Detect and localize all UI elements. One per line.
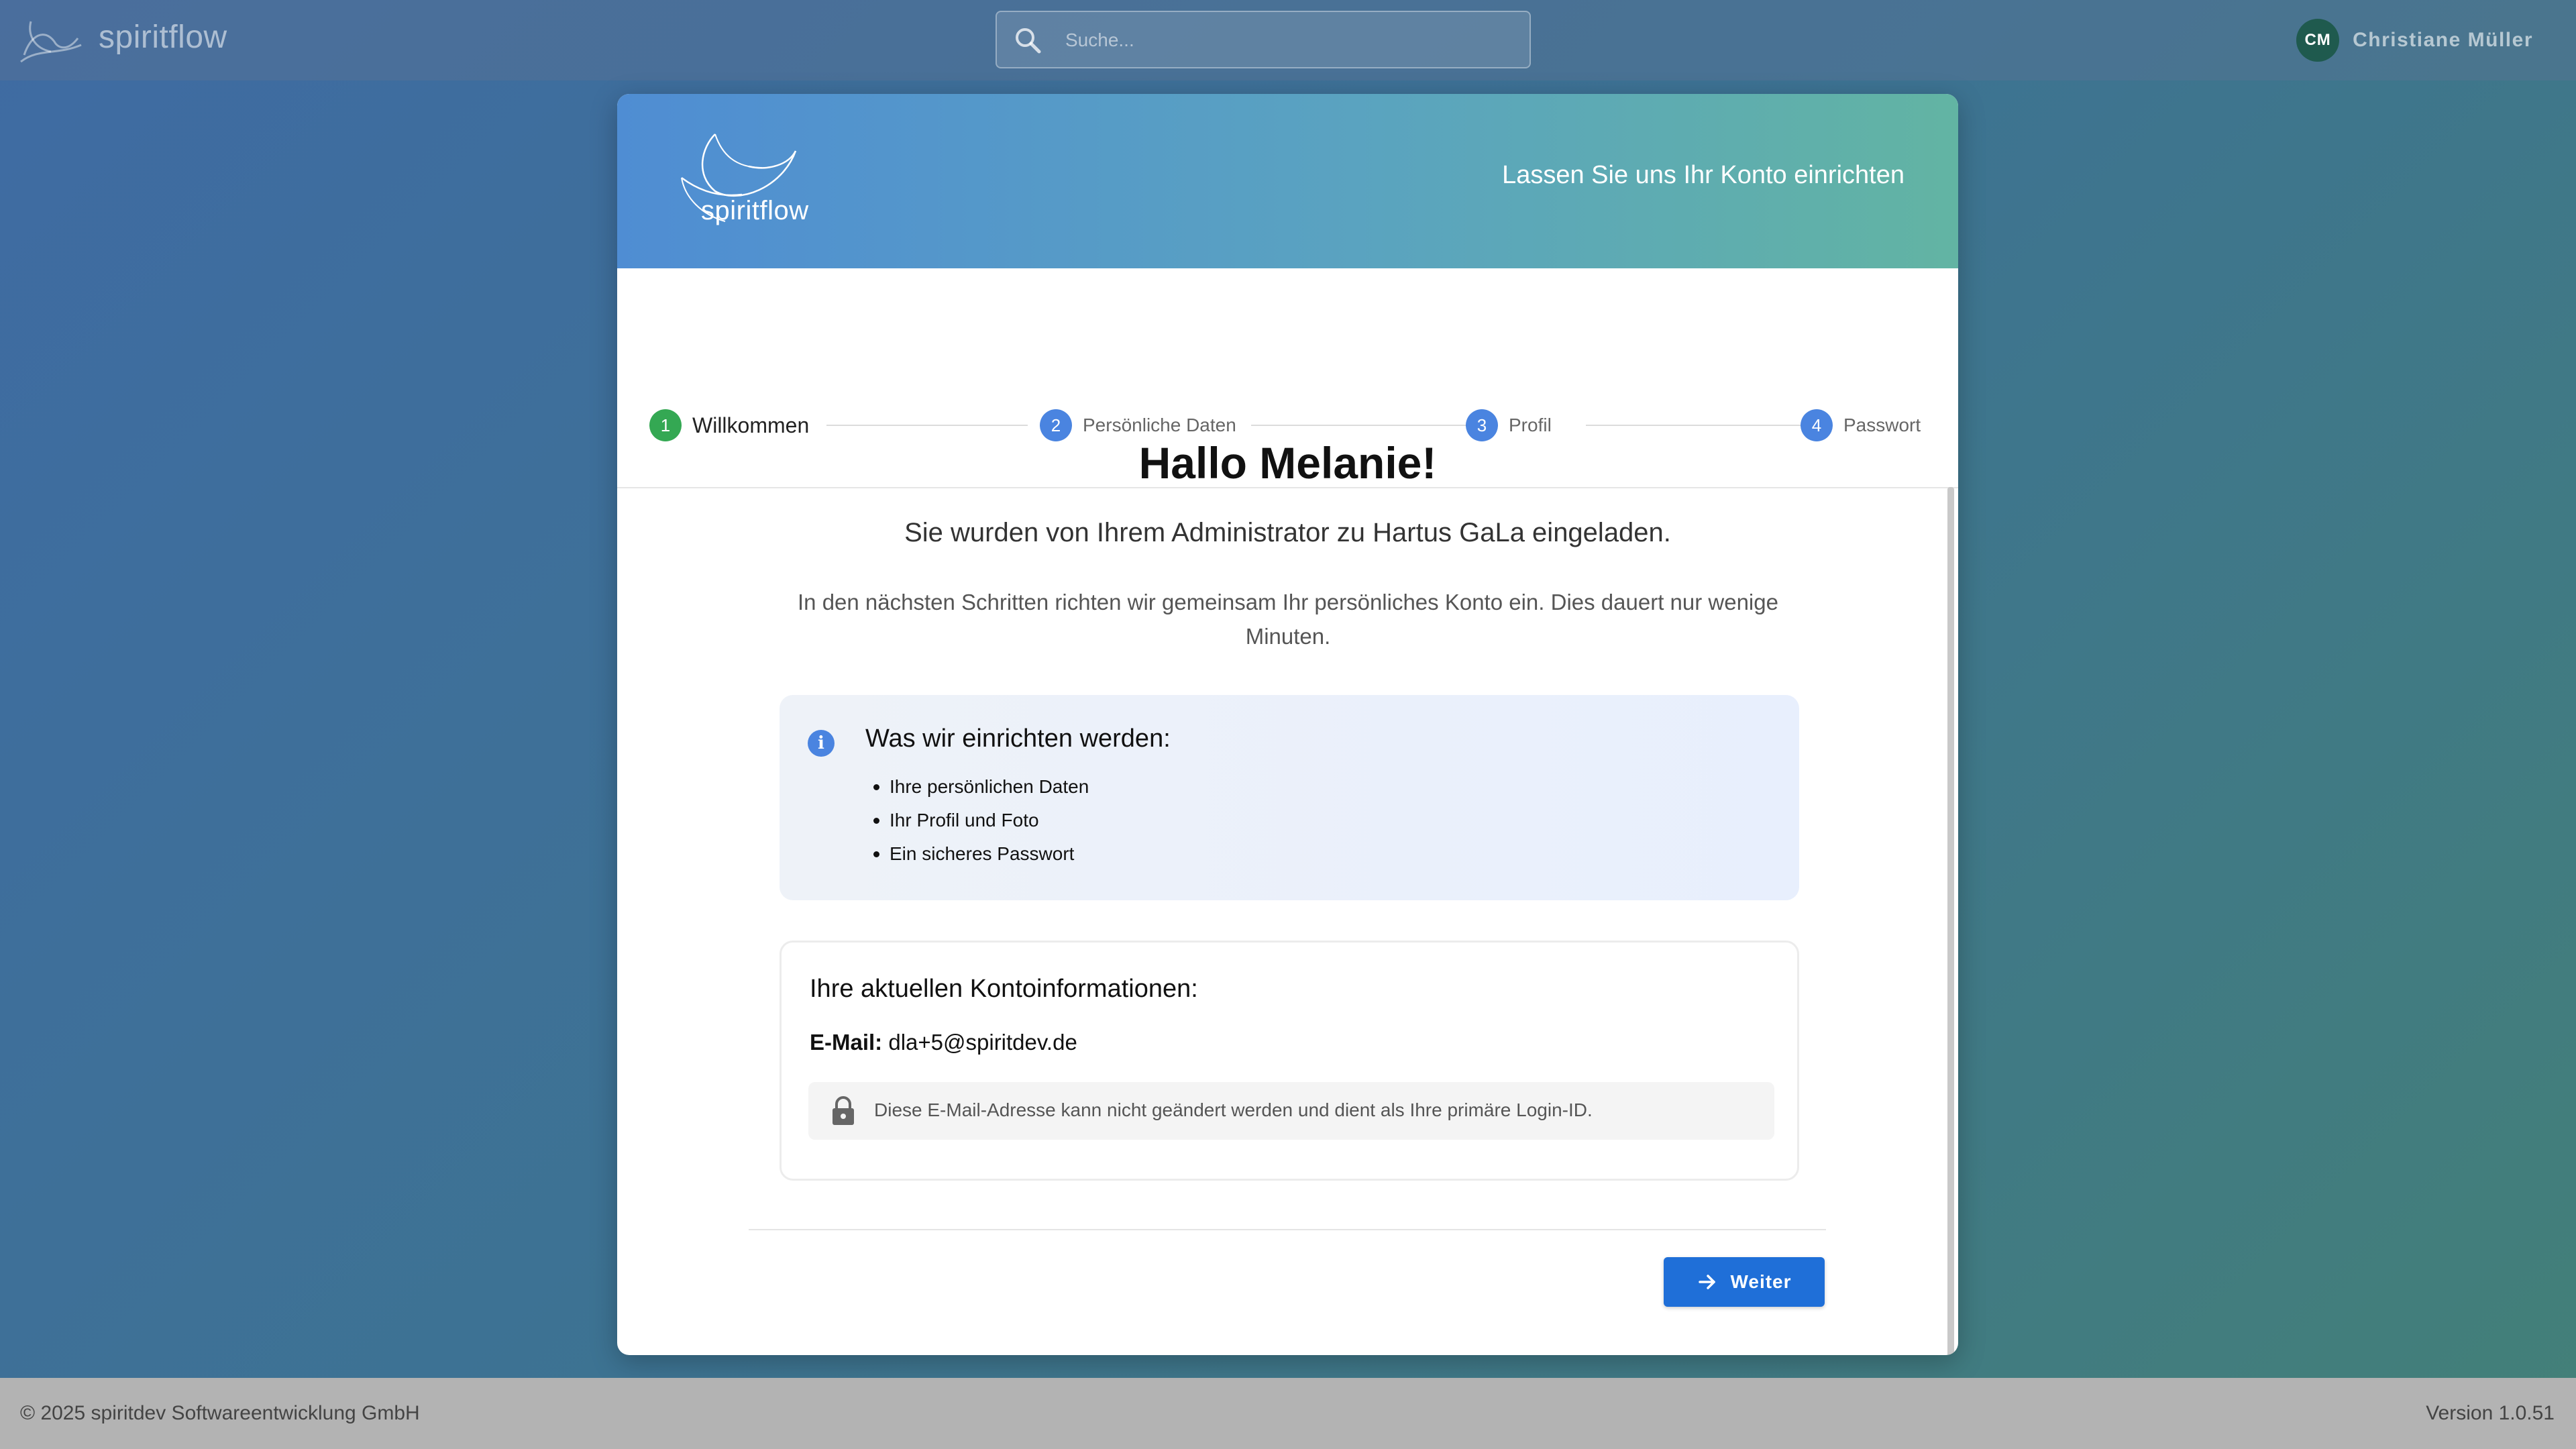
- footer: © 2025 spiritdev Softwareentwicklung Gmb…: [0, 1378, 2576, 1449]
- search-box[interactable]: [996, 11, 1531, 68]
- notice-text: Diese E-Mail-Adresse kann nicht geändert…: [874, 1099, 1593, 1120]
- step-label: Persönliche Daten: [1083, 415, 1236, 435]
- step-number: 1: [649, 409, 682, 441]
- user-name[interactable]: Christiane Müller: [2353, 29, 2533, 52]
- description-text: In den nächsten Schritten richten wir ge…: [798, 590, 1778, 649]
- header-tagline: Lassen Sie uns Ihr Konto einrichten: [1502, 161, 1904, 189]
- step-number: 4: [1801, 409, 1833, 441]
- top-bar: spiritflow CM Christiane Müller: [0, 0, 2576, 80]
- step-label: Willkommen: [692, 413, 810, 437]
- search-icon: [1016, 28, 1041, 54]
- list-item: Ein sicheres Passwort: [865, 837, 1089, 871]
- email-row: E-Mail: dla+5@spiritdev.de: [810, 1030, 1077, 1055]
- page-title: Hallo Melanie!: [1138, 438, 1437, 488]
- step-connector: [826, 425, 1028, 426]
- lock-icon: [833, 1096, 854, 1125]
- version: Version 1.0.51: [2426, 1402, 2555, 1424]
- spiritflow-logo-icon[interactable]: [17, 15, 85, 64]
- step-connector: [1586, 425, 1801, 426]
- email-label: E-Mail:: [810, 1030, 883, 1055]
- step-connector: [1251, 425, 1466, 426]
- list-item: Ihr Profil und Foto: [865, 804, 1089, 837]
- account-info-box: Ihre aktuellen Kontoinformationen: E-Mai…: [780, 941, 1799, 1181]
- user-menu[interactable]: CM Christiane Müller: [2296, 19, 2533, 62]
- info-icon: i: [808, 730, 835, 757]
- avatar[interactable]: CM: [2296, 19, 2340, 62]
- onboarding-card: spiritflow Lassen Sie uns Ihr Konto einr…: [617, 94, 1958, 1355]
- step-profil[interactable]: 3 Profil: [1466, 409, 1552, 441]
- step-number: 2: [1040, 409, 1072, 441]
- account-title: Ihre aktuellen Kontoinformationen:: [810, 975, 1198, 1003]
- header-logo-text: spiritflow: [701, 196, 809, 225]
- scrollbar[interactable]: [1947, 487, 1954, 1355]
- step-number: 3: [1466, 409, 1498, 441]
- step-willkommen[interactable]: 1 Willkommen: [649, 409, 809, 441]
- card-header: spiritflow Lassen Sie uns Ihr Konto einr…: [617, 94, 1958, 268]
- invitation-text: Sie wurden von Ihrem Administrator zu Ha…: [904, 518, 1671, 547]
- setup-list: Ihre persönlichen Daten Ihr Profil und F…: [865, 770, 1089, 871]
- step-label: Passwort: [1843, 415, 1921, 435]
- divider: [749, 1229, 1826, 1230]
- step-passwort[interactable]: 4 Passwort: [1801, 409, 1921, 441]
- step-persoenliche-daten[interactable]: 2 Persönliche Daten: [1040, 409, 1236, 441]
- info-title: Was wir einrichten werden:: [865, 724, 1171, 753]
- list-item: Ihre persönlichen Daten: [865, 770, 1089, 804]
- email-notice: Diese E-Mail-Adresse kann nicht geändert…: [808, 1082, 1774, 1140]
- step-label: Profil: [1509, 415, 1552, 435]
- setup-info-box: i Was wir einrichten werden: Ihre persön…: [780, 695, 1799, 900]
- brand-name: spiritflow: [99, 19, 227, 55]
- email-value: dla+5@spiritdev.de: [888, 1030, 1077, 1055]
- next-button-label: Weiter: [1730, 1271, 1792, 1292]
- search-input[interactable]: [1064, 12, 1509, 68]
- next-button[interactable]: Weiter: [1664, 1257, 1825, 1307]
- copyright: © 2025 spiritdev Softwareentwicklung Gmb…: [20, 1402, 420, 1424]
- arrow-right-icon: [1699, 1275, 1716, 1289]
